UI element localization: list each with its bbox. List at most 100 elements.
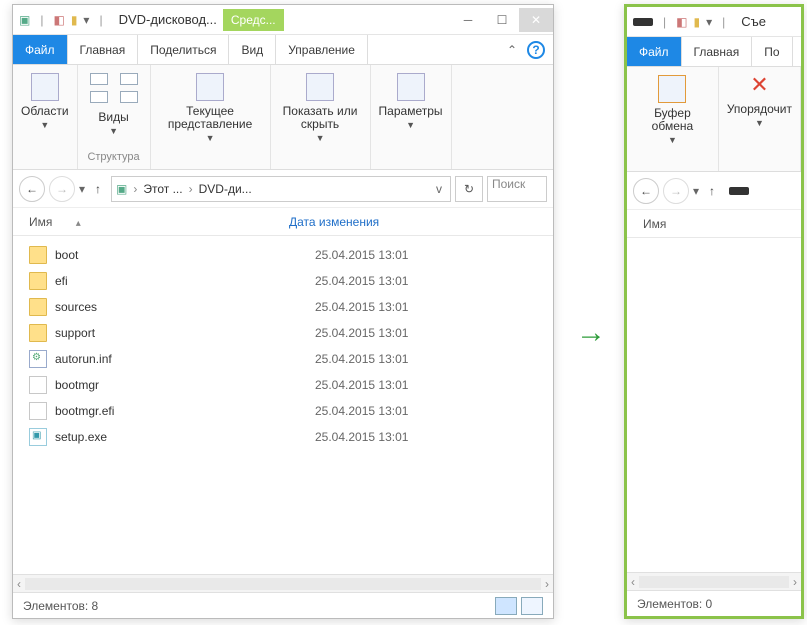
forward-button[interactable]: → xyxy=(49,176,75,202)
current-view-icon xyxy=(196,73,224,101)
op-caption xyxy=(409,151,412,165)
help-icon[interactable]: ? xyxy=(527,41,545,59)
scroll-left-icon[interactable]: ‹ xyxy=(17,577,21,591)
qat-dropdown-icon[interactable]: ▾ xyxy=(706,15,712,29)
options-dropdown-icon: ▼ xyxy=(406,120,415,130)
properties-icon[interactable]: ◧ xyxy=(676,15,687,29)
file-row[interactable]: autorun.inf25.04.2015 13:01 xyxy=(29,346,537,372)
file-date: 25.04.2015 13:01 xyxy=(315,404,408,418)
new-folder-icon[interactable]: ▮ xyxy=(71,13,78,27)
contextual-tab[interactable]: Средс... xyxy=(223,9,284,31)
scroll-track[interactable] xyxy=(25,578,541,590)
exe-icon xyxy=(29,428,47,446)
layout-option-icon[interactable] xyxy=(120,91,138,103)
up-button[interactable]: ↑ xyxy=(89,182,107,196)
tab-home[interactable]: Главная xyxy=(68,35,139,64)
file-row[interactable]: support25.04.2015 13:01 xyxy=(29,320,537,346)
ribbon-group-panes[interactable]: Области ▼ xyxy=(13,65,78,169)
file-date: 25.04.2015 13:01 xyxy=(315,378,408,392)
crumb-1[interactable]: Этот ... xyxy=(143,182,182,196)
layout-minis2 xyxy=(116,69,142,107)
recent-dropdown-icon[interactable]: ▾ xyxy=(79,182,85,196)
col-header-name[interactable]: Имя ▴ xyxy=(29,215,289,229)
minimize-button[interactable]: ─ xyxy=(451,8,485,32)
layout-option-icon[interactable] xyxy=(90,73,108,85)
file-row[interactable]: efi25.04.2015 13:01 xyxy=(29,268,537,294)
sh-caption xyxy=(319,151,322,165)
col-header-name[interactable]: Имя xyxy=(643,217,785,231)
window-title: Съе xyxy=(735,14,766,29)
ribbon-group-clipboard[interactable]: Буфер обмена ▼ xyxy=(627,67,719,171)
tab-manage[interactable]: Управление xyxy=(276,35,368,64)
tab-file[interactable]: Файл xyxy=(13,35,68,64)
views-group-caption: Структура xyxy=(87,151,139,165)
file-list: boot25.04.2015 13:01efi25.04.2015 13:01s… xyxy=(13,236,553,456)
organize-label: Упорядочит xyxy=(727,103,792,116)
copy-arrow-icon: → xyxy=(576,316,606,350)
ribbon-group-current-view[interactable]: Текущее представление ▼ xyxy=(151,65,271,169)
tab-view[interactable]: Вид xyxy=(229,35,276,64)
scroll-left-icon[interactable]: ‹ xyxy=(631,575,635,589)
qat-dropdown-icon[interactable]: ▾ xyxy=(83,13,89,27)
ribbon-group-showhide[interactable]: Показать или скрыть ▼ xyxy=(271,65,371,169)
clipboard-label: Буфер обмена xyxy=(635,107,710,133)
nav-bar: ← → ▾ ↑ ▣ › Этот ... › DVD-ди... v ↻ Пои… xyxy=(13,170,553,208)
ribbon-group-organize[interactable]: ✕ Упорядочит ▼ xyxy=(719,67,801,171)
scroll-right-icon[interactable]: › xyxy=(793,575,797,589)
tab-file[interactable]: Файл xyxy=(627,37,682,66)
close-button[interactable]: ✕ xyxy=(519,8,553,32)
clipboard-icon xyxy=(658,75,686,103)
h-scrollbar[interactable]: ‹ › xyxy=(627,572,801,590)
refresh-button[interactable]: ↻ xyxy=(455,176,483,202)
layout-option-icon[interactable] xyxy=(120,73,138,85)
back-button[interactable]: ← xyxy=(633,178,659,204)
folder-icon xyxy=(29,324,47,342)
current-view-label: Текущее представление xyxy=(159,105,262,131)
ribbon-collapse[interactable]: ⌃ ? xyxy=(499,35,553,64)
back-button[interactable]: ← xyxy=(19,176,45,202)
new-folder-icon[interactable]: ▮ xyxy=(693,15,700,29)
titlebar[interactable]: | ◧ ▮ ▾ | Съе xyxy=(627,7,801,37)
qat-sep: | xyxy=(663,15,666,29)
titlebar[interactable]: ▣ | ◧ ▮ ▾ | DVD-дисковод... Средс... ─ ☐… xyxy=(13,5,553,35)
scroll-track[interactable] xyxy=(639,576,789,588)
recent-dropdown-icon[interactable]: ▾ xyxy=(693,184,699,198)
file-date: 25.04.2015 13:01 xyxy=(315,248,408,262)
address-bar[interactable]: ▣ › Этот ... › DVD-ди... v xyxy=(111,176,451,202)
status-text: Элементов: 0 xyxy=(637,597,712,611)
disc-icon: ▣ xyxy=(19,13,30,27)
up-button[interactable]: ↑ xyxy=(703,184,721,198)
ribbon-group-options[interactable]: Параметры ▼ xyxy=(371,65,452,169)
file-row[interactable]: bootmgr25.04.2015 13:01 xyxy=(29,372,537,398)
file-row[interactable]: setup.exe25.04.2015 13:01 xyxy=(29,424,537,450)
ribbon-tabs: Файл Главная По xyxy=(627,37,801,67)
search-input[interactable]: Поиск xyxy=(487,176,547,202)
usb-drive-icon-addr xyxy=(729,187,749,195)
col-header-date[interactable]: Дата изменения xyxy=(289,215,537,229)
file-row[interactable]: sources25.04.2015 13:01 xyxy=(29,294,537,320)
status-bar: Элементов: 0 xyxy=(627,590,801,616)
file-name: support xyxy=(55,326,307,340)
scroll-right-icon[interactable]: › xyxy=(545,577,549,591)
ribbon-group-views[interactable]: Виды ▼ Структура xyxy=(78,65,151,169)
icons-view-button[interactable] xyxy=(521,597,543,615)
tab-share[interactable]: Поделиться xyxy=(138,35,229,64)
tab-home[interactable]: Главная xyxy=(682,37,753,66)
clipboard-dropdown-icon: ▼ xyxy=(668,135,677,145)
layout-option-icon[interactable] xyxy=(90,91,108,103)
address-dropdown-icon[interactable]: v xyxy=(432,182,446,196)
properties-icon[interactable]: ◧ xyxy=(53,13,64,27)
status-bar: Элементов: 8 xyxy=(13,592,553,618)
file-row[interactable]: bootmgr.efi25.04.2015 13:01 xyxy=(29,398,537,424)
details-view-button[interactable] xyxy=(495,597,517,615)
file-name: sources xyxy=(55,300,307,314)
forward-button[interactable]: → xyxy=(663,178,689,204)
crumb-2[interactable]: DVD-ди... xyxy=(199,182,252,196)
file-row[interactable]: boot25.04.2015 13:01 xyxy=(29,242,537,268)
tab-share[interactable]: По xyxy=(752,37,792,66)
maximize-button[interactable]: ☐ xyxy=(485,8,519,32)
blank-icon xyxy=(29,376,47,394)
usb-drive-icon xyxy=(633,18,653,26)
folder-icon xyxy=(29,246,47,264)
h-scrollbar[interactable]: ‹ › xyxy=(13,574,553,592)
